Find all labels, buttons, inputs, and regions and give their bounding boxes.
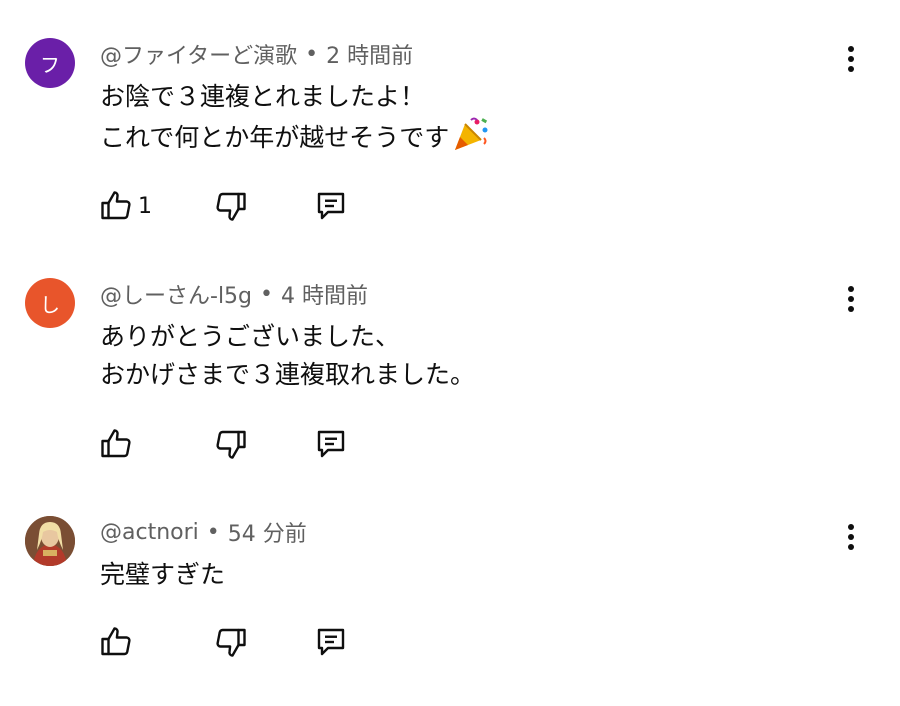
party-popper-icon bbox=[451, 116, 491, 163]
comment-line: これで何とか年が越せそうです bbox=[100, 116, 491, 163]
author-name[interactable]: @actnori bbox=[100, 520, 199, 545]
thumbs-up-icon bbox=[101, 191, 131, 220]
reply-icon bbox=[317, 192, 345, 220]
author-name[interactable]: @ファイターど演歌 bbox=[100, 38, 297, 70]
avatar[interactable]: し bbox=[25, 278, 75, 328]
comment-time[interactable]: 4 時間前 bbox=[281, 278, 368, 310]
more-vertical-icon[interactable] bbox=[834, 520, 868, 554]
author-name[interactable]: @しーさん-l5g bbox=[100, 278, 252, 310]
thumbs-up-icon bbox=[101, 429, 131, 458]
comment-text: お陰で３連複とれましたよ！ これで何とか年が越せそうです bbox=[100, 78, 491, 163]
avatar[interactable] bbox=[25, 516, 75, 566]
reply-icon bbox=[317, 628, 345, 656]
like-button[interactable] bbox=[96, 424, 136, 464]
thumbs-up-icon bbox=[101, 627, 131, 656]
comment-line: おかげさまで３連複取れました。 bbox=[100, 360, 476, 389]
reply-button[interactable] bbox=[311, 186, 351, 226]
comment-line: 完璧すぎた bbox=[100, 560, 226, 589]
separator-dot: • bbox=[260, 281, 273, 307]
comment-text: ありがとうございました、 おかげさまで３連複取れました。 bbox=[100, 318, 475, 394]
thumbs-down-icon bbox=[216, 192, 246, 221]
separator-dot: • bbox=[206, 519, 220, 545]
comment-time[interactable]: 2 時間前 bbox=[326, 38, 413, 70]
comment-line: お陰で３連複とれましたよ！ bbox=[100, 82, 426, 111]
comment-text: 完璧すぎた bbox=[100, 556, 225, 594]
like-button[interactable] bbox=[96, 622, 136, 662]
comment-meta: @ファイターど演歌 • 2 時間前 bbox=[100, 38, 413, 70]
comment-line-text: これで何とか年が越せそうです bbox=[100, 123, 450, 152]
dislike-button[interactable] bbox=[211, 424, 251, 464]
avatar[interactable]: フ bbox=[25, 38, 75, 88]
avatar-image bbox=[25, 516, 75, 566]
more-vertical-icon[interactable] bbox=[834, 42, 868, 76]
dislike-button[interactable] bbox=[211, 186, 251, 226]
dislike-button[interactable] bbox=[211, 622, 251, 662]
comment-line: ありがとうございました、 bbox=[100, 322, 401, 351]
reply-button[interactable] bbox=[311, 622, 351, 662]
comment-time[interactable]: 54 分前 bbox=[228, 516, 307, 548]
thumbs-down-icon bbox=[216, 430, 246, 459]
more-vertical-icon[interactable] bbox=[834, 282, 868, 316]
like-button[interactable] bbox=[96, 186, 136, 226]
reply-icon bbox=[317, 430, 345, 458]
like-count: 1 bbox=[138, 193, 152, 219]
comment-meta: @actnori • 54 分前 bbox=[100, 516, 307, 548]
comment-meta: @しーさん-l5g • 4 時間前 bbox=[100, 278, 368, 310]
thumbs-down-icon bbox=[216, 628, 246, 657]
separator-dot: • bbox=[305, 41, 319, 67]
reply-button[interactable] bbox=[311, 424, 351, 464]
